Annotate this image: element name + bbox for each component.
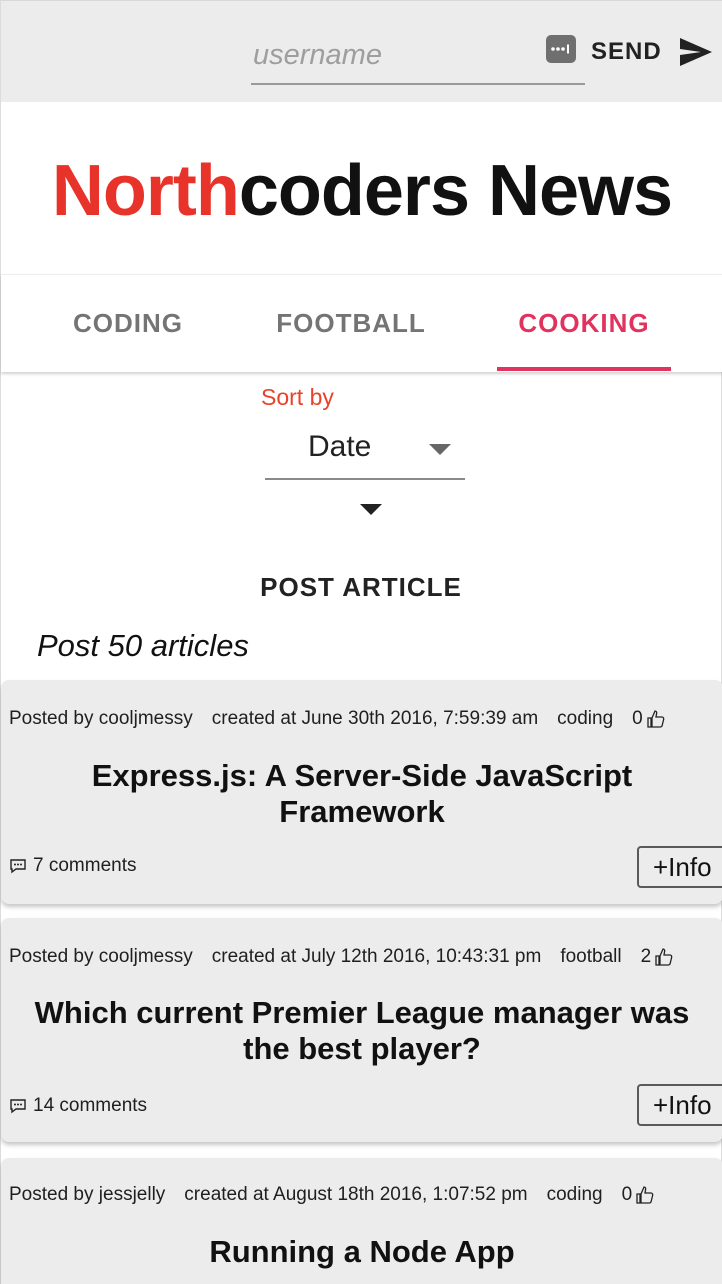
tab-coding[interactable]: CODING [55,275,201,371]
sort-select[interactable]: Date [265,420,465,480]
article-author[interactable]: Posted by cooljmessy [9,708,193,730]
sort-selected-value: Date [308,430,372,463]
article-title[interactable]: Which current Premier League manager was… [21,995,703,1067]
site-title: Northcoders News [51,150,673,232]
thumbs-up-icon[interactable] [647,710,665,728]
send-arrow-icon [679,37,713,72]
site-title-rest: coders News [238,151,673,231]
article-created: created at August 18th 2016, 1:07:52 pm [184,1184,528,1205]
password-dots-icon[interactable] [546,35,576,63]
article-created: created at June 30th 2016, 7:59:39 am [211,708,539,729]
article-count-text: Post 50 articles [37,628,249,663]
article-votes: 2 [640,946,652,967]
article-author[interactable]: Posted by cooljmessy [9,946,193,968]
article-topic[interactable]: coding [557,708,613,730]
post-article-button[interactable]: POST ARTICLE [241,560,481,614]
comments-count: 7 comments [33,855,137,876]
article-meta: Posted by cooljmessy created at June 30t… [9,700,722,738]
active-tab-indicator [497,367,671,371]
article-card: Posted by cooljmessy created at June 30t… [1,680,722,904]
article-comments[interactable]: 14 comments [9,1095,147,1117]
tab-football[interactable]: FOOTBALL [265,275,437,371]
article-title[interactable]: Express.js: A Server-Side JavaScript Fra… [21,758,703,830]
article-meta: Posted by cooljmessy created at July 12t… [9,938,722,976]
article-card: Posted by cooljmessy created at July 12t… [1,918,722,1142]
topic-tabs: CODING FOOTBALL COOKING [1,274,722,372]
article-votes: 0 [632,708,643,729]
article-comments[interactable]: 7 comments [9,855,136,877]
article-topic[interactable]: football [560,946,621,968]
caret-down-icon [360,504,382,515]
article-created: created at July 12th 2016, 10:43:31 pm [211,946,542,967]
article-meta: Posted by jessjelly created at August 18… [9,1176,722,1214]
comments-count: 14 comments [33,1095,148,1116]
article-card: Posted by jessjelly created at August 18… [1,1158,722,1284]
send-label: SEND [591,38,662,65]
article-title[interactable]: Running a Node App [21,1234,703,1270]
article-topic[interactable]: coding [547,1184,603,1206]
thumbs-up-icon[interactable] [655,948,673,966]
username-input[interactable] [251,27,585,83]
username-field [251,27,585,85]
sort-label: Sort by [261,384,334,410]
send-button[interactable]: SEND [591,29,721,75]
comment-icon [10,1099,26,1114]
article-author[interactable]: Posted by jessjelly [9,1184,165,1206]
order-select[interactable] [359,500,383,520]
tab-cooking[interactable]: COOKING [497,275,671,371]
info-button[interactable]: +Info [637,846,722,888]
login-bar: SEND [1,0,722,102]
article-votes: 0 [621,1184,633,1205]
info-button[interactable]: +Info [637,1084,722,1126]
thumbs-up-icon[interactable] [636,1186,654,1204]
chevron-down-icon [429,444,451,455]
site-header: Northcoders News [1,102,722,274]
comment-icon [10,859,26,874]
site-title-accent: North [51,151,240,231]
